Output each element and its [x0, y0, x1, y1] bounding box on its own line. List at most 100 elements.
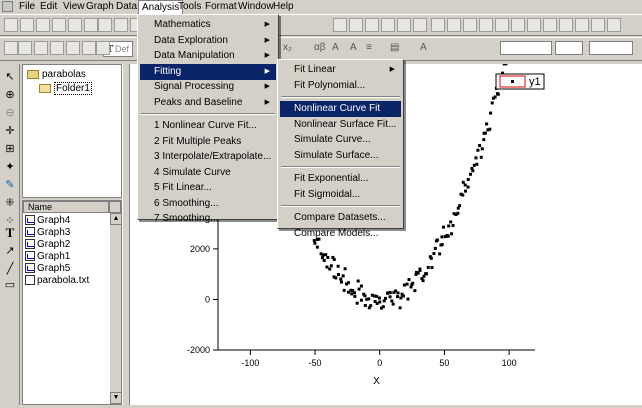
- fitting-item-simulate-curve[interactable]: Simulate Curve...: [280, 132, 401, 148]
- zoom-extents-icon[interactable]: [495, 18, 509, 32]
- new-worksheet-icon[interactable]: [20, 18, 34, 32]
- analysis-item-6-smoothing[interactable]: 6 Smoothing...: [140, 196, 276, 212]
- data-point: [343, 289, 346, 292]
- line-style-icon[interactable]: ▤: [390, 42, 399, 53]
- timestamp-icon[interactable]: [591, 18, 605, 32]
- new-matrix-icon[interactable]: [52, 18, 66, 32]
- code-builder-icon[interactable]: [397, 18, 411, 32]
- superscript-icon[interactable]: [96, 41, 110, 55]
- data-point: [475, 163, 478, 166]
- analysis-item-data-manipulation[interactable]: Data Manipulation▶: [140, 48, 276, 64]
- add-new-columns-icon[interactable]: [431, 18, 445, 32]
- vertical-scrollbar[interactable]: ▲ ▼: [109, 213, 121, 404]
- date-time-icon[interactable]: [575, 18, 589, 32]
- analysis-item-data-exploration[interactable]: Data Exploration▶: [140, 33, 276, 49]
- fitting-item-fit-linear[interactable]: Fit Linear▶: [280, 62, 401, 78]
- analysis-item-3-interpolate-extrapolate[interactable]: 3 Interpolate/Extrapolate...: [140, 149, 276, 165]
- fitting-item-fit-polynomial[interactable]: Fit Polynomial...: [280, 78, 401, 94]
- new-excel-icon[interactable]: [84, 18, 98, 32]
- results-log-icon[interactable]: [381, 18, 395, 32]
- data-point: [328, 268, 331, 271]
- zoom-out-icon[interactable]: ⊖: [3, 106, 17, 120]
- zoom-in-icon[interactable]: ⊕: [3, 88, 17, 102]
- analysis-item-5-fit-linear[interactable]: 5 Fit Linear...: [140, 180, 276, 196]
- rectangle-tool-icon[interactable]: ▭: [3, 278, 17, 292]
- tree-child-folder[interactable]: Folder1: [39, 82, 92, 96]
- app-icon[interactable]: [2, 1, 13, 12]
- menu-tools[interactable]: Tools: [175, 0, 204, 14]
- x-tick-label: -50: [309, 358, 322, 368]
- script-window-icon[interactable]: [413, 18, 427, 32]
- data-point: [392, 303, 395, 306]
- list-item[interactable]: parabola.txt: [25, 274, 89, 288]
- menu-data[interactable]: Data: [113, 0, 140, 14]
- menu-help[interactable]: Help: [270, 0, 297, 14]
- fitting-item-nonlinear-surface-fit[interactable]: Nonlinear Surface Fit...: [280, 117, 401, 133]
- decrease-font-icon[interactable]: A: [350, 42, 357, 53]
- fitting-item-compare-datasets[interactable]: Compare Datasets...: [280, 210, 401, 226]
- text-tool-icon[interactable]: T: [3, 226, 17, 240]
- border-combo[interactable]: [589, 41, 633, 55]
- axis-breaks-icon[interactable]: [607, 18, 621, 32]
- layer-icon[interactable]: [447, 18, 461, 32]
- tree-root-folder[interactable]: parabolas: [27, 68, 86, 82]
- enhanced-preview-icon[interactable]: [479, 18, 493, 32]
- color-scale-icon[interactable]: [559, 18, 573, 32]
- new-project-icon[interactable]: [4, 18, 18, 32]
- font-color-icon[interactable]: A: [420, 42, 427, 53]
- data-selector-icon[interactable]: ⊞: [3, 142, 17, 156]
- fitting-item-fit-sigmoidal[interactable]: Fit Sigmoidal...: [280, 187, 401, 203]
- analysis-item-signal-processing[interactable]: Signal Processing▶: [140, 79, 276, 95]
- new-legend-icon[interactable]: [543, 18, 557, 32]
- layer-contents-icon[interactable]: [511, 18, 525, 32]
- rescale-icon[interactable]: [527, 18, 541, 32]
- new-notes-icon[interactable]: [98, 18, 112, 32]
- new-graph-icon[interactable]: [36, 18, 50, 32]
- fitting-item-compare-models[interactable]: Compare Models...: [280, 226, 401, 242]
- underline-icon[interactable]: [82, 41, 96, 55]
- screen-reader-icon[interactable]: ✛: [3, 124, 17, 138]
- plot-setup-icon[interactable]: [463, 18, 477, 32]
- mask-tool-icon[interactable]: ⁜: [3, 196, 17, 210]
- fitting-item-fit-exponential[interactable]: Fit Exponential...: [280, 171, 401, 187]
- refresh-icon[interactable]: [349, 18, 363, 32]
- fitting-item-nonlinear-curve-fit[interactable]: Nonlinear Curve Fit: [280, 101, 401, 117]
- font-size-icon[interactable]: [34, 41, 48, 55]
- data-point: [313, 242, 316, 245]
- italic-icon[interactable]: [66, 41, 80, 55]
- menu-graph[interactable]: Graph: [83, 0, 117, 14]
- analysis-item-2-fit-multiple-peaks[interactable]: 2 Fit Multiple Peaks: [140, 134, 276, 150]
- pointer-tool-icon[interactable]: ↖: [3, 70, 17, 84]
- fill-pattern-icon[interactable]: ≡: [366, 42, 372, 53]
- new-layout-icon[interactable]: [114, 18, 128, 32]
- line-spacing-combo[interactable]: [555, 41, 583, 55]
- increase-font-icon[interactable]: A: [332, 42, 339, 53]
- line-tool-icon[interactable]: ╱: [3, 262, 17, 276]
- new-function-icon[interactable]: [68, 18, 82, 32]
- data-reader-icon[interactable]: ✦: [3, 160, 17, 174]
- bold-icon[interactable]: [50, 41, 64, 55]
- subscript-icon[interactable]: x₂: [283, 42, 292, 53]
- menu-edit[interactable]: Edit: [37, 0, 60, 14]
- analysis-item-7-smoothing[interactable]: 7 Smoothing...: [140, 211, 276, 227]
- scroll-down-icon[interactable]: ▼: [110, 392, 122, 404]
- analysis-item-mathematics[interactable]: Mathematics▶: [140, 17, 276, 33]
- greek-icon[interactable]: αβ: [314, 42, 326, 53]
- analysis-item-1-nonlinear-curve-fit[interactable]: 1 Nonlinear Curve Fit...: [140, 118, 276, 134]
- arrow-tool-icon[interactable]: ↗: [3, 244, 17, 258]
- print-icon[interactable]: [333, 18, 347, 32]
- list-header-name[interactable]: Name: [23, 201, 109, 213]
- analysis-item-peaks-and-baseline[interactable]: Peaks and Baseline▶: [140, 95, 276, 111]
- scroll-up-icon[interactable]: ▲: [110, 213, 122, 225]
- analysis-item-4-simulate-curve[interactable]: 4 Simulate Curve: [140, 165, 276, 181]
- menu-file[interactable]: File: [16, 0, 38, 14]
- duplicate-icon[interactable]: [365, 18, 379, 32]
- panel-splitter[interactable]: [122, 64, 130, 405]
- grip-icon[interactable]: [4, 41, 18, 55]
- fitting-item-simulate-surface[interactable]: Simulate Surface...: [280, 148, 401, 164]
- format-toolbar: T Def x₂αβAA≡▤A: [0, 37, 642, 61]
- draw-data-icon[interactable]: ✎: [3, 178, 17, 192]
- line-width-combo[interactable]: [500, 41, 552, 55]
- text-align-icon[interactable]: [18, 41, 32, 55]
- analysis-item-fitting[interactable]: Fitting▶: [140, 64, 276, 80]
